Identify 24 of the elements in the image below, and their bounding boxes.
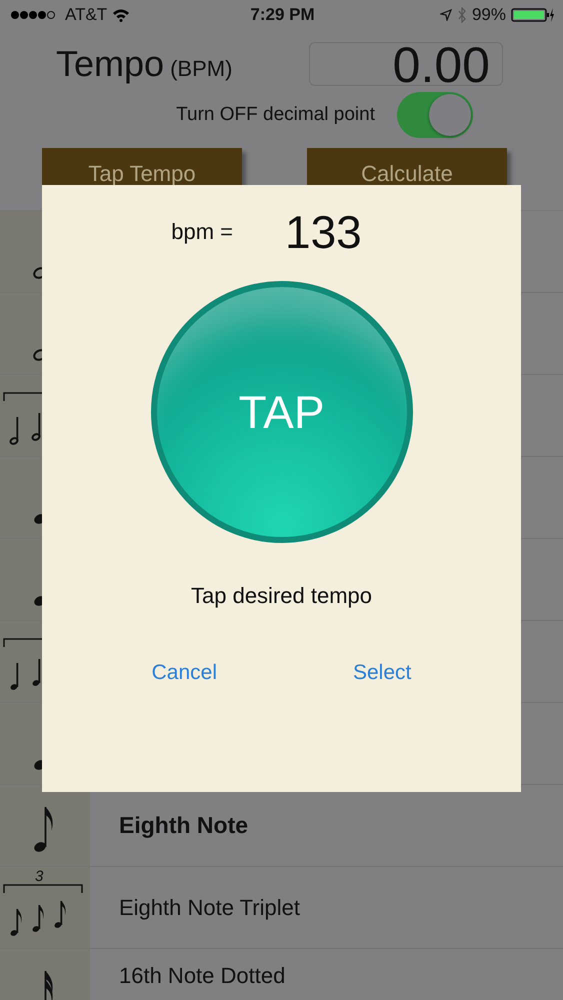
dialog-action[interactable]: Select <box>353 661 412 685</box>
carrier-name: AT&T <box>65 5 108 25</box>
bpm-label: bpm = <box>171 219 233 245</box>
dialog-action[interactable]: Cancel <box>152 661 217 685</box>
bluetooth-icon <box>456 7 467 23</box>
battery-icon <box>511 7 555 23</box>
bpm-unit-label: (BPM) <box>170 56 232 81</box>
decimal-switch[interactable] <box>397 92 473 138</box>
wifi-icon <box>112 8 130 22</box>
tempo-value-field[interactable]: 0.00 <box>309 42 503 86</box>
triplet-notes-icon <box>3 884 83 938</box>
location-icon <box>440 9 452 21</box>
tuplet-number: 3 <box>35 868 44 885</box>
bpm-value: 133 <box>285 205 362 259</box>
tap-button[interactable]: TAP <box>150 281 412 543</box>
triplet-notes-icon <box>3 638 42 691</box>
triplet-notes-icon <box>3 392 42 445</box>
battery-percent: 99% <box>472 5 506 25</box>
note-row-label[interactable]: 16th Note Dotted <box>90 949 286 1000</box>
status-time: 7:29 PM <box>250 5 315 25</box>
toggle-label: Turn OFF decimal point <box>176 104 375 126</box>
note-row-label[interactable]: Eighth Note Triplet <box>90 867 300 948</box>
tap-hint: Tap desired tempo <box>191 583 372 609</box>
tempo-title: Tempo <box>56 43 164 84</box>
